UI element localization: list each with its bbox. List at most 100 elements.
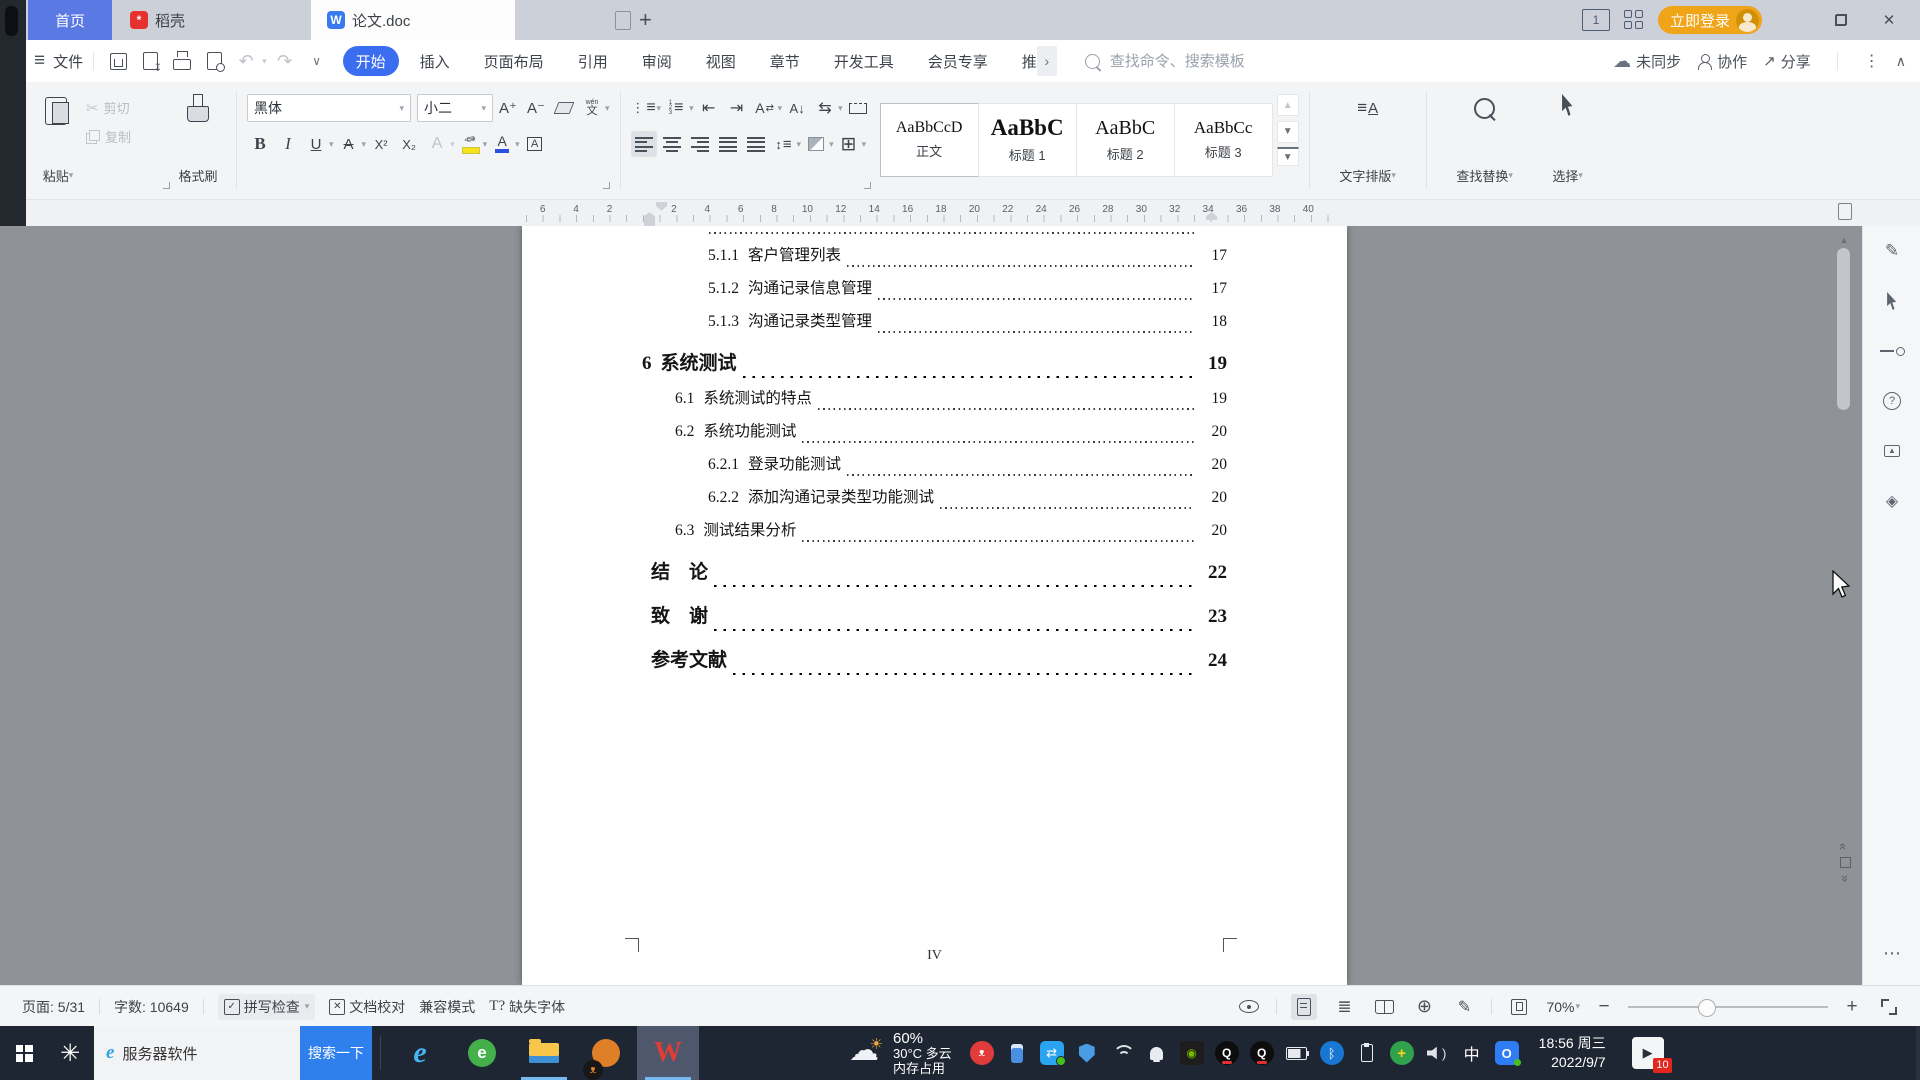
style-cell[interactable]: AaBbC 标题 2 bbox=[1075, 102, 1175, 177]
font-name-select[interactable]: 黑体 ▾ bbox=[247, 94, 411, 122]
paste-button[interactable]: 粘贴 ▾ bbox=[30, 82, 86, 199]
vertical-scrollbar-thumb[interactable] bbox=[1837, 248, 1850, 410]
command-search-input[interactable] bbox=[1107, 51, 1392, 71]
copy-button[interactable]: 复制 bbox=[86, 127, 170, 146]
increase-indent-icon[interactable] bbox=[724, 95, 750, 121]
style-cell[interactable]: AaBbCcD 正文 bbox=[879, 102, 979, 177]
read-view-icon[interactable] bbox=[1371, 994, 1397, 1020]
notification-app-icon[interactable]: 10 bbox=[1631, 1037, 1672, 1073]
sync-tool-icon[interactable] bbox=[1039, 1041, 1066, 1066]
fullscreen-icon[interactable] bbox=[1876, 994, 1902, 1020]
ribbon-tab[interactable]: 视图 bbox=[693, 46, 749, 76]
character-border-icon[interactable] bbox=[522, 131, 548, 157]
show-desktop-strip[interactable] bbox=[1916, 1026, 1920, 1080]
toc-entry[interactable]: 5.1.3 沟通记录类型管理 18 bbox=[708, 309, 1227, 342]
borders-icon[interactable] bbox=[836, 131, 862, 157]
file-explorer-icon[interactable] bbox=[513, 1026, 575, 1080]
change-case-icon[interactable] bbox=[752, 95, 778, 121]
font-size-select[interactable]: 小二 ▾ bbox=[417, 94, 493, 122]
usb-device-icon[interactable] bbox=[1005, 1041, 1029, 1065]
missing-font-button[interactable]: T? 缺失字体 bbox=[489, 997, 565, 1017]
share-button[interactable]: 分享 bbox=[1763, 51, 1811, 72]
select-button[interactable]: 选择 ▾ bbox=[1533, 82, 1603, 199]
taskbar-search-button[interactable]: 搜索一下 bbox=[300, 1026, 372, 1080]
style-scroll-up-icon[interactable]: ▲ bbox=[1276, 94, 1299, 116]
page-select-button[interactable] bbox=[1840, 857, 1851, 868]
new-from-template-icon[interactable] bbox=[615, 10, 632, 30]
style-cell[interactable]: AaBbC 标题 1 bbox=[977, 102, 1077, 177]
strikethrough-icon[interactable] bbox=[336, 131, 362, 157]
pinyin-guide-icon[interactable] bbox=[579, 95, 605, 121]
notification-bell-icon[interactable] bbox=[1145, 1041, 1169, 1065]
web-view-icon[interactable] bbox=[1411, 994, 1437, 1020]
toc-entry[interactable]: 6.2.1 登录功能测试 20 bbox=[708, 452, 1227, 485]
ribbon-tab[interactable]: 开发工具 bbox=[821, 46, 907, 76]
distribute-icon[interactable] bbox=[743, 131, 769, 157]
bluetooth-icon[interactable] bbox=[1319, 1041, 1344, 1065]
zoom-slider-knob[interactable] bbox=[1698, 998, 1716, 1017]
format-painter-button[interactable]: 格式刷 bbox=[170, 82, 226, 199]
seal-tool-icon[interactable] bbox=[1863, 476, 1920, 526]
ribbon-tab[interactable]: 会员专享 bbox=[915, 46, 1001, 76]
pc-manager-shield-icon[interactable] bbox=[1075, 1041, 1099, 1065]
subscript-icon[interactable] bbox=[396, 131, 422, 157]
usb-drive-icon[interactable] bbox=[1355, 1041, 1379, 1065]
360-browser-icon[interactable] bbox=[451, 1026, 513, 1080]
find-replace-button[interactable]: 查找替换 ▾ bbox=[1437, 82, 1533, 199]
style-more-icon[interactable]: ▼ bbox=[1276, 147, 1299, 166]
new-tab-button[interactable]: + bbox=[639, 9, 652, 31]
ribbon-tab[interactable]: 审阅 bbox=[629, 46, 685, 76]
horizontal-ruler[interactable]: 6 4 2 2 4 6 8 10 12 14 16 18 20 22 24 26 28 30 32 34 36 38 40 bbox=[0, 200, 1920, 227]
compat-mode-label[interactable]: 兼容模式 bbox=[419, 997, 475, 1017]
pinwheel-app-icon[interactable] bbox=[48, 1026, 92, 1080]
fit-page-icon[interactable] bbox=[1506, 994, 1532, 1020]
clear-format-icon[interactable] bbox=[551, 95, 577, 121]
eye-protection-icon[interactable] bbox=[1236, 994, 1262, 1020]
undo-caret-icon[interactable]: ▾ bbox=[262, 56, 267, 67]
red-cat-app-icon[interactable] bbox=[969, 1041, 994, 1065]
toc-entry[interactable]: 致 谢 23 bbox=[642, 595, 1227, 639]
ribbon-tab[interactable]: 插入 bbox=[407, 46, 463, 76]
help-icon[interactable] bbox=[1863, 376, 1920, 426]
next-page-button[interactable]: « bbox=[1836, 872, 1852, 887]
outline-view-icon[interactable] bbox=[1331, 994, 1357, 1020]
ie-browser-icon[interactable] bbox=[389, 1026, 451, 1080]
start-button[interactable] bbox=[0, 1026, 48, 1080]
save-icon[interactable] bbox=[104, 47, 132, 75]
line-spacing-icon[interactable] bbox=[771, 131, 797, 157]
bullet-list-icon[interactable] bbox=[631, 95, 657, 121]
numbered-list-icon[interactable] bbox=[663, 95, 689, 121]
font-color-icon[interactable] bbox=[489, 131, 515, 157]
view-shortcut-icon[interactable] bbox=[1838, 203, 1852, 220]
style-scroll-down-icon[interactable]: ▼ bbox=[1276, 120, 1299, 143]
qq-icon[interactable] bbox=[1214, 1041, 1239, 1065]
ribbon-tab[interactable]: 推 bbox=[1009, 46, 1037, 76]
customize-quickbar-icon[interactable] bbox=[303, 47, 331, 75]
restore-button[interactable] bbox=[1824, 0, 1858, 40]
nvidia-icon[interactable] bbox=[1179, 1041, 1204, 1065]
toc-entry[interactable]: 6.2 系统功能测试 20 bbox=[675, 419, 1227, 452]
sync-status-button[interactable]: 未同步 bbox=[1613, 51, 1681, 72]
page-count[interactable]: 页面: 5/31 bbox=[22, 997, 85, 1017]
zoom-in-button[interactable]: + bbox=[1842, 996, 1862, 1018]
tab-docer[interactable]: * 稻壳 bbox=[114, 0, 201, 40]
taskbar-search[interactable]: e 服务器软件 搜索一下 bbox=[94, 1026, 372, 1080]
cat-app-icon[interactable] bbox=[575, 1026, 637, 1080]
style-cell[interactable]: AaBbCc 标题 3 bbox=[1173, 102, 1273, 177]
highlight-color-icon[interactable] bbox=[457, 131, 483, 157]
tab-width-icon[interactable] bbox=[845, 95, 871, 121]
tab-document[interactable]: W 论文.doc bbox=[311, 0, 516, 40]
taskbar-clock[interactable]: 18:56 周三 2022/9/7 bbox=[1539, 1034, 1606, 1072]
italic-icon[interactable] bbox=[275, 131, 301, 157]
ime-chinese-icon[interactable] bbox=[1460, 1041, 1484, 1065]
text-direction-icon[interactable] bbox=[812, 95, 838, 121]
ribbon-tab[interactable]: 页面布局 bbox=[471, 46, 557, 76]
extract-tool-icon[interactable] bbox=[1863, 326, 1920, 376]
previous-page-button[interactable]: « bbox=[1836, 838, 1852, 853]
document-page[interactable]: 5.1 5.1.1 客户管理列表 17 5.1.2 沟通记录信息管理 17 bbox=[522, 226, 1347, 985]
decrease-font-icon[interactable] bbox=[523, 95, 549, 121]
toc-entry[interactable]: 6 系统测试 19 bbox=[642, 342, 1227, 386]
360-security-icon[interactable] bbox=[1389, 1041, 1414, 1065]
main-menu-icon[interactable]: ≡ bbox=[34, 50, 45, 72]
cut-button[interactable]: 剪切 bbox=[86, 98, 170, 117]
